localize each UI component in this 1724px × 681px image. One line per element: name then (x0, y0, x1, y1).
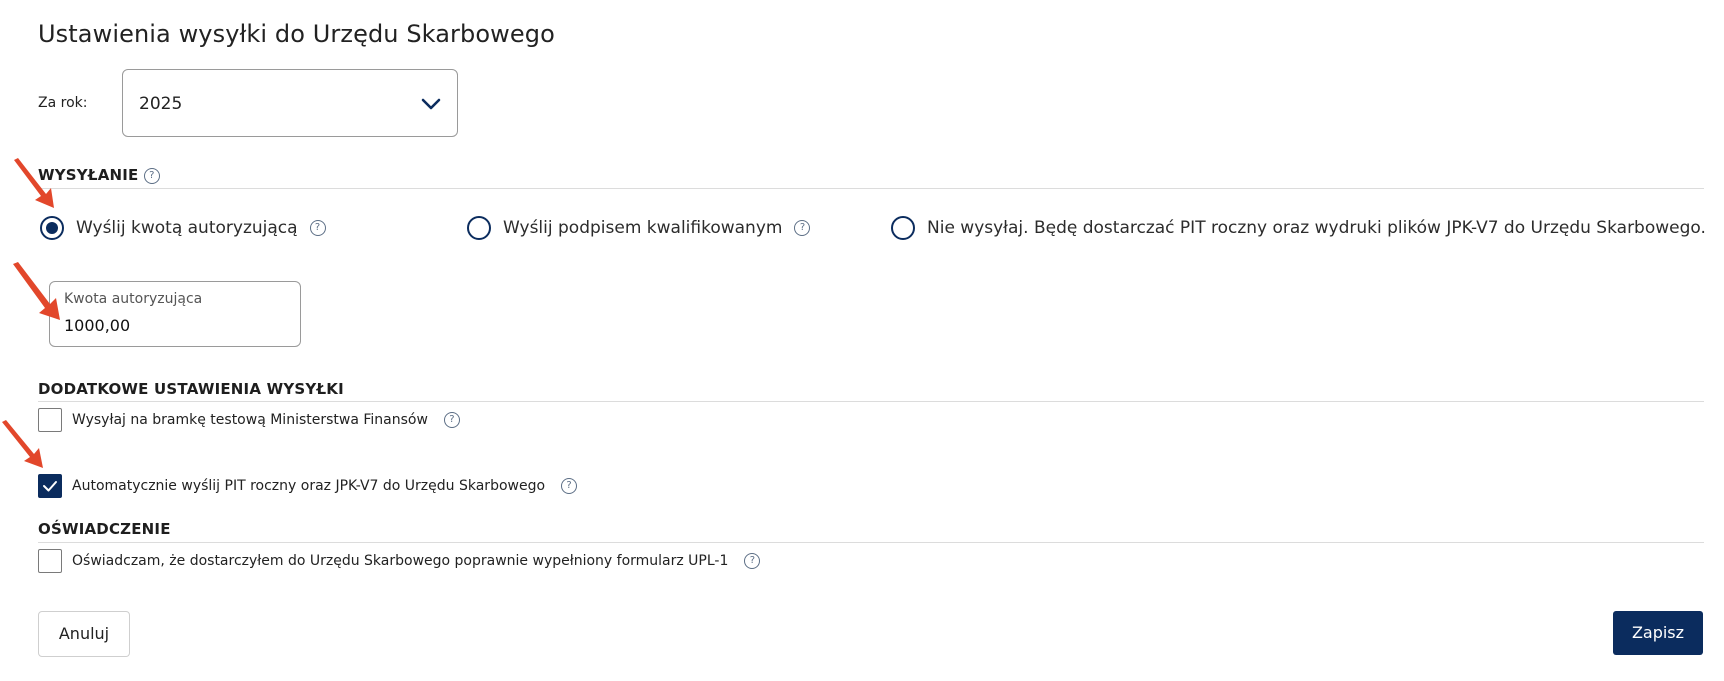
help-icon[interactable]: ? (561, 478, 578, 494)
cancel-button[interactable]: Anuluj (38, 611, 130, 657)
divider (38, 542, 1704, 543)
checkbox-row-auto-send[interactable]: Automatycznie wyślij PIT roczny oraz JPK… (38, 474, 578, 498)
check-icon (43, 481, 57, 492)
help-icon[interactable]: ? (143, 167, 160, 184)
help-icon[interactable]: ? (744, 553, 761, 569)
checkbox-row-test-gateway[interactable]: Wysyłaj na bramkę testową Ministerstwa F… (38, 408, 460, 432)
radio-label: Wyślij kwotą autoryzującą (76, 218, 298, 238)
checkbox-label: Wysyłaj na bramkę testową Ministerstwa F… (72, 412, 428, 428)
declaration-heading: OŚWIADCZENIE (38, 520, 171, 538)
checkbox-row-declaration[interactable]: Oświadczam, że dostarczyłem do Urzędu Sk… (38, 549, 761, 573)
additional-settings-heading: DODATKOWE USTAWIENIA WYSYŁKI (38, 380, 344, 398)
chevron-down-icon (421, 98, 441, 110)
authorizing-amount-field[interactable]: Kwota autoryzująca 1000,00 (49, 281, 301, 347)
help-icon[interactable]: ? (309, 220, 326, 236)
radio-send-qualified-signature[interactable]: Wyślij podpisem kwalifikowanym ? (467, 216, 811, 240)
year-label: Za rok: (38, 95, 88, 111)
page-title: Ustawienia wysyłki do Urzędu Skarbowego (38, 20, 555, 48)
checkbox-label: Oświadczam, że dostarczyłem do Urzędu Sk… (72, 553, 729, 569)
save-button[interactable]: Zapisz (1613, 611, 1703, 655)
divider (38, 188, 1704, 189)
radio-button[interactable] (467, 216, 491, 240)
help-icon[interactable]: ? (443, 412, 460, 428)
sending-heading: WYSYŁANIE ? (38, 166, 160, 184)
checkbox[interactable] (38, 474, 62, 498)
radio-do-not-send[interactable]: Nie wysyłaj. Będę dostarczać PIT roczny … (891, 216, 1706, 240)
radio-selected-dot (46, 222, 58, 234)
year-select[interactable]: 2025 (122, 69, 458, 137)
field-label: Kwota autoryzująca (64, 291, 203, 307)
annotation-arrow-icon (13, 262, 60, 320)
divider (38, 401, 1704, 402)
radio-button[interactable] (891, 216, 915, 240)
field-value[interactable]: 1000,00 (64, 316, 130, 335)
radio-label: Wyślij podpisem kwalifikowanym (503, 218, 783, 238)
radio-send-authorizing-amount[interactable]: Wyślij kwotą autoryzującą ? (40, 216, 326, 240)
radio-button[interactable] (40, 216, 64, 240)
year-select-value: 2025 (139, 94, 183, 114)
checkbox-label: Automatycznie wyślij PIT roczny oraz JPK… (72, 478, 546, 494)
annotation-arrow-icon (2, 420, 43, 468)
help-icon[interactable]: ? (794, 220, 811, 236)
annotation-arrow-icon (14, 158, 54, 208)
checkbox[interactable] (38, 549, 62, 573)
radio-label: Nie wysyłaj. Będę dostarczać PIT roczny … (927, 218, 1706, 238)
